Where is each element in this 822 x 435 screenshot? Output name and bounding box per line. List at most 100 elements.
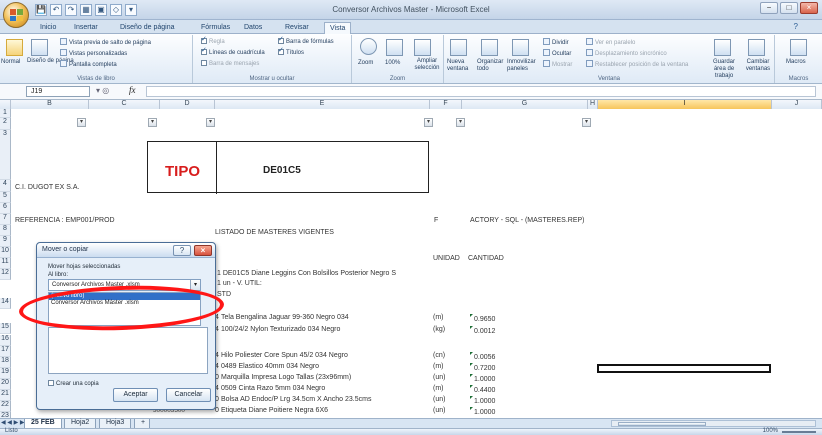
scroll-thumb[interactable] [618,422,706,426]
zoom-selection-icon[interactable] [414,39,431,56]
macros-icon[interactable] [790,39,807,56]
horizontal-scrollbar[interactable] [611,420,816,427]
report-f-cell[interactable]: F [434,217,438,225]
dialog-close-button[interactable]: × [194,245,212,256]
minimize-button[interactable]: − [760,2,778,14]
normal-view-label[interactable]: Normal [1,59,20,66]
row-number[interactable]: 22 [0,401,11,412]
material-code-cell[interactable]: 0 [215,407,219,415]
material-unit-cell[interactable]: (un) [433,407,445,415]
normal-view-icon[interactable] [6,39,23,56]
dialog-titlebar[interactable]: Mover o copiar ? × [37,243,215,258]
page-break-preview-label[interactable]: Vista previa de salto de página [60,38,151,47]
tab-insertar[interactable]: Insertar [74,22,98,34]
material-description-cell[interactable]: Marquilla Impresa Logo Tallas (23x96mm) [221,374,351,382]
company-name-cell[interactable]: C.I. DUGOT EX S.A. [15,184,79,192]
material-quantity-cell[interactable]: 0.9650 [470,314,495,324]
material-quantity-cell[interactable]: 1.0000 [470,374,495,384]
sync-scroll-button[interactable]: Desplazamiento sincrónico [586,49,667,58]
material-description-cell[interactable]: Hilo Poliester Core Spun 45/2 034 Negro [221,352,348,360]
tab-formulas[interactable]: Fórmulas [201,22,230,34]
row-number[interactable]: 9 [0,236,11,247]
zoom-slider[interactable] [782,431,816,433]
column-header-g[interactable]: G [462,100,588,109]
material-description-cell[interactable]: Tela Bengalina Jaguar 99-360 Negro 034 [221,314,349,322]
gridlines-checkbox[interactable]: Líneas de cuadrícula [201,47,265,57]
column-header-j[interactable]: J [772,100,822,109]
material-unit-cell[interactable]: (m) [433,314,444,322]
ok-button[interactable]: Aceptar [113,388,158,402]
freeze-panes-icon[interactable] [512,39,529,56]
row-number[interactable]: 5 [0,192,11,203]
page-layout-label[interactable]: Diseño de página [27,58,74,65]
page-layout-icon[interactable] [31,39,48,56]
zoom-selection-label[interactable]: Ampliar selección [410,58,444,72]
column-header-h[interactable]: H [588,100,598,109]
material-quantity-cell[interactable]: 0.0012 [470,326,495,336]
material-unit-cell[interactable]: (cn) [433,352,445,360]
unit-header-cell[interactable]: UNIDAD [433,255,460,263]
column-header-i[interactable]: I [598,100,772,109]
material-description-cell[interactable]: Bolsa AD Endoc/P Lrg 34.5cm X Ancho 23.5… [221,396,371,404]
zoom-label[interactable]: Zoom [358,60,373,67]
new-window-icon[interactable] [450,39,467,56]
column-header-f[interactable]: F [430,100,462,109]
column-header-b[interactable]: B [11,100,89,109]
material-quantity-cell[interactable]: 0.0056 [470,352,495,362]
row-number[interactable]: 17 [0,346,11,357]
row-number[interactable]: 21 [0,390,11,401]
macros-label[interactable]: Macros [786,59,806,66]
zoom-100-label[interactable]: 100% [385,60,400,67]
full-screen-label[interactable]: Pantalla completa [60,60,117,69]
row-number[interactable]: 10 [0,247,11,258]
material-quantity-cell[interactable]: 1.0000 [470,396,495,406]
name-box[interactable]: J19 [26,86,90,97]
product-cell[interactable]: 1 DE01C5 Diane Leggins Con Bolsillos Pos… [217,270,396,278]
unhide-button[interactable]: Mostrar [543,60,572,69]
column-header-c[interactable]: C [89,100,160,109]
zoom-percentage[interactable]: 100% [763,428,778,434]
move-copy-dialog[interactable]: Mover o copiar ? × Mover hojas seleccion… [36,242,216,410]
select-all-corner[interactable] [0,100,11,109]
office-button[interactable] [3,2,29,28]
side-by-side-button[interactable]: Ver en paralelo [586,38,635,47]
material-quantity-cell[interactable]: 0.4400 [470,385,495,395]
reset-position-button[interactable]: Restablecer posición de la ventana [586,60,688,69]
titles-checkbox[interactable]: Títulos [278,47,304,57]
material-description-cell[interactable]: 100/24/2 Nylon Texturizado 034 Negro [221,326,340,334]
row-number[interactable]: 15 [0,323,11,334]
arrange-all-icon[interactable] [481,39,498,56]
row-number[interactable]: 18 [0,357,11,368]
material-unit-cell[interactable]: (un) [433,374,445,382]
dialog-help-button[interactable]: ? [173,245,191,256]
conversor-book-option[interactable]: Conversor Archivos Máster .xlsm [49,300,200,307]
row-number[interactable]: 16 [0,335,11,346]
filter-dropdown-icon[interactable]: ▾ [582,118,591,127]
formula-input[interactable] [146,86,816,97]
ruler-checkbox[interactable]: Regla [201,36,225,46]
row-number[interactable]: 14 [0,298,11,309]
tab-inicio[interactable]: Inicio [40,22,56,34]
create-copy-checkbox[interactable]: Crear una copia [48,380,99,387]
help-icon[interactable]: ? [794,22,798,31]
zoom-icon[interactable] [360,38,377,55]
row-number[interactable]: 6 [0,203,11,214]
split-button[interactable]: Dividir [543,38,569,47]
material-description-cell[interactable]: 0489 Elastico 40mm 034 Negro [221,363,319,371]
filter-dropdown-icon[interactable]: ▾ [77,118,86,127]
filter-dropdown-icon[interactable]: ▾ [148,118,157,127]
filter-dropdown-icon[interactable]: ▾ [424,118,433,127]
row-number[interactable]: 20 [0,379,11,390]
material-description-cell[interactable]: 0509 Cinta Razo 5mm 034 Negro [221,385,325,393]
message-bar-checkbox[interactable]: Barra de mensajes [201,60,259,68]
row-number[interactable]: 1 [0,109,11,118]
product-life-cell[interactable]: 1 un - V. UTIL: [217,280,262,288]
material-unit-cell[interactable]: (m) [433,385,444,393]
material-unit-cell[interactable]: (kg) [433,326,445,334]
row-number[interactable]: 7 [0,214,11,225]
material-unit-cell[interactable]: (m) [433,363,444,371]
quantity-header-cell[interactable]: CANTIDAD [468,255,504,263]
freeze-panes-label[interactable]: Inmovilizar paneles [507,59,541,73]
tab-diseno-pagina[interactable]: Diseño de página [120,22,175,34]
before-sheet-list[interactable] [48,327,208,374]
